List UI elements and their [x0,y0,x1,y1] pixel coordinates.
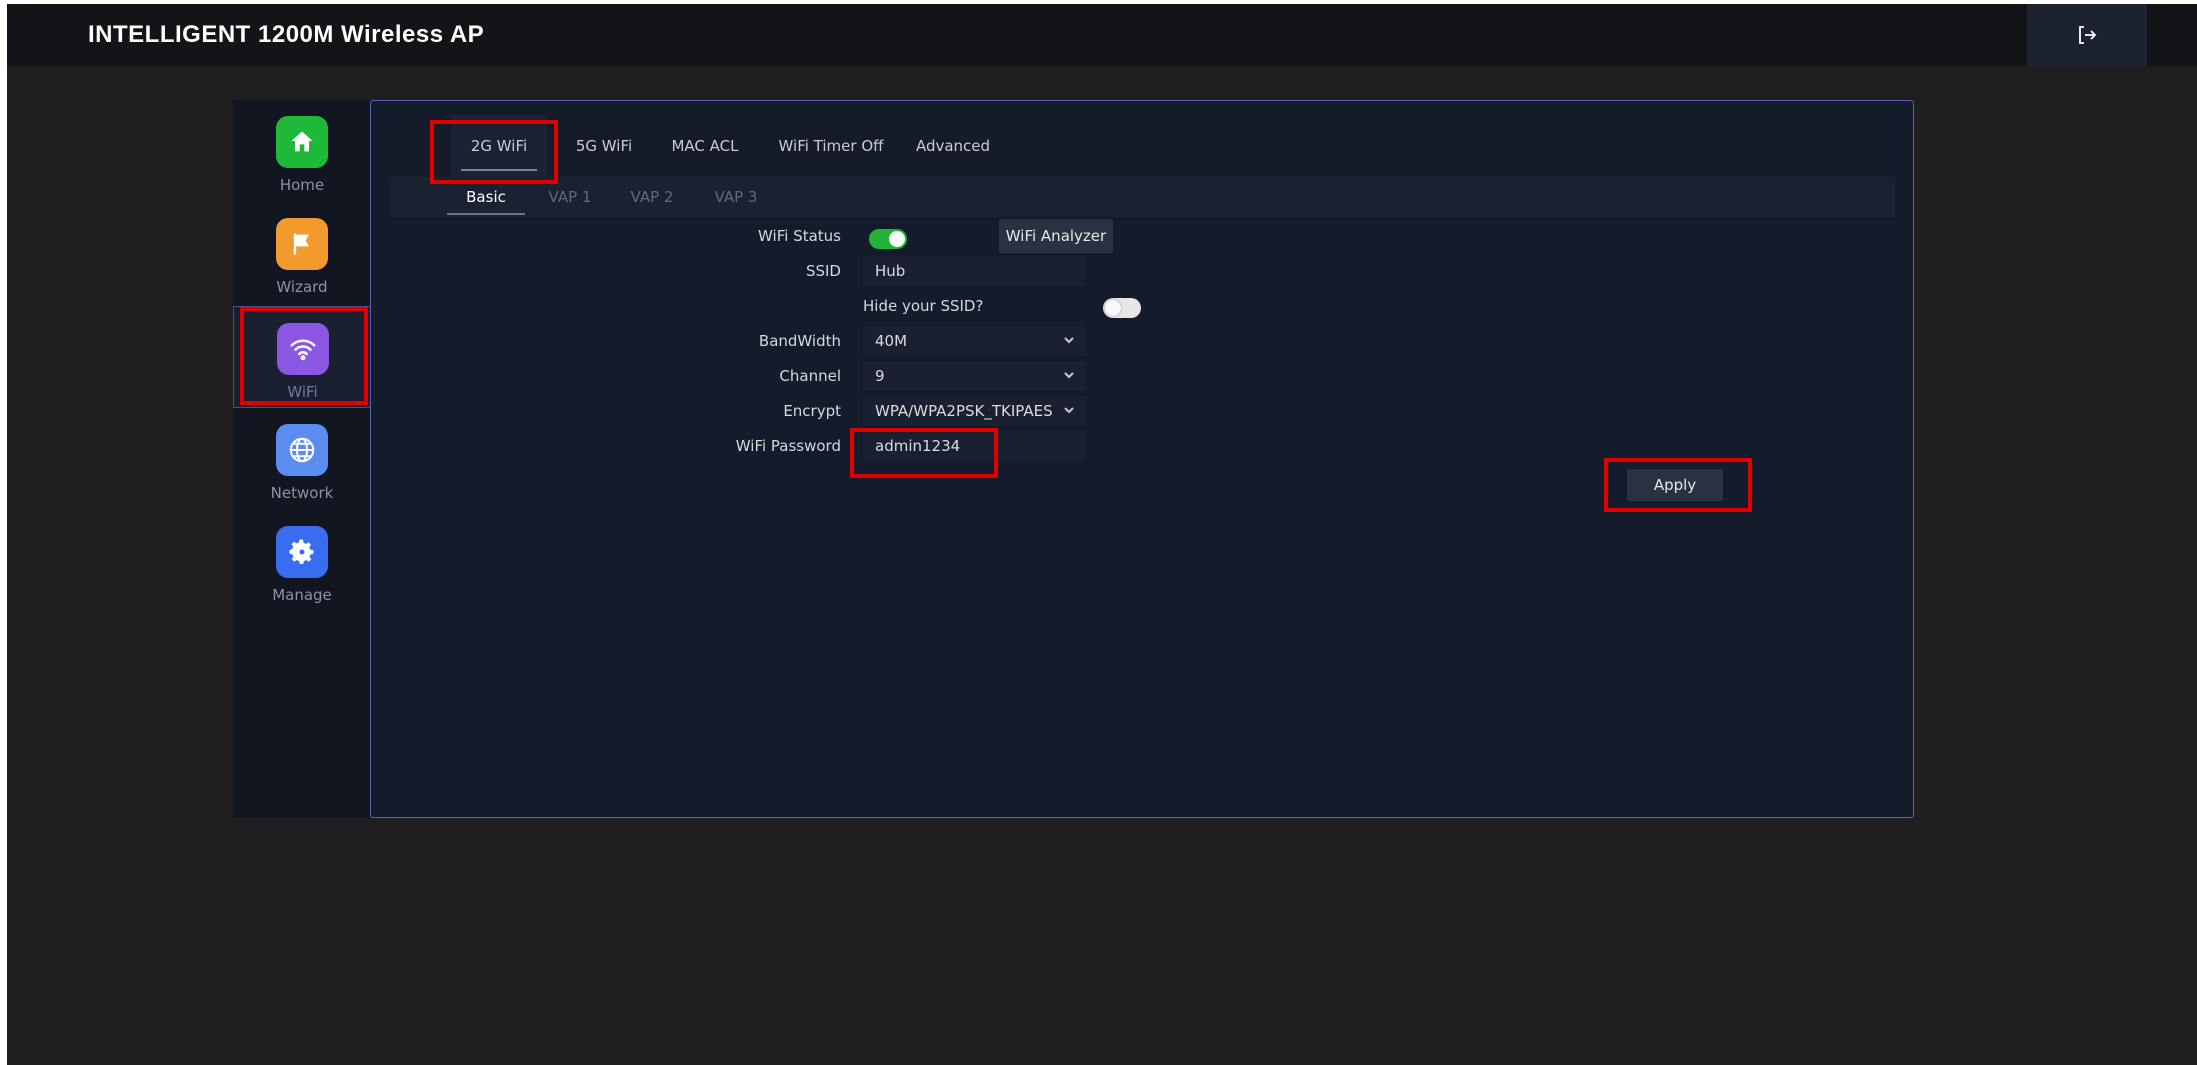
sidebar-item-label: WiFi [287,383,318,401]
wifi-icon [276,323,329,375]
sidebar-item-home[interactable]: Home [233,100,371,202]
logout-button[interactable] [2027,4,2147,66]
channel-value: 9 [875,367,885,385]
tab-wifi-timer-off[interactable]: WiFi Timer Off [765,115,897,177]
subtab-vap2[interactable]: VAP 2 [617,177,687,217]
encrypt-value: WPA/WPA2PSK_TKIPAES [875,402,1053,420]
tab-mac-acl[interactable]: MAC ACL [657,115,753,177]
home-icon [276,116,328,168]
toggle-knob [1105,300,1121,316]
toggle-knob [889,231,905,247]
logout-icon [2079,26,2097,44]
sidebar-item-wifi[interactable]: WiFi [233,306,371,408]
flag-icon [276,218,328,270]
bandwidth-label: BandWidth [758,332,841,350]
main-tabs: 2G WiFi 5G WiFi MAC ACL WiFi Timer Off A… [389,115,1895,177]
wifi-password-label: WiFi Password [735,437,841,455]
sidebar-item-label: Manage [272,586,332,604]
sidebar-item-label: Wizard [276,278,328,296]
sub-tabs: Basic VAP 1 VAP 2 VAP 3 [389,177,1895,217]
chevron-down-icon [1064,372,1074,379]
wifi-password-input[interactable]: admin1234 [863,431,1085,461]
screen-edge-left [0,0,7,1065]
subtab-basic[interactable]: Basic [447,177,525,217]
gear-icon [276,526,328,578]
tab-2g-wifi[interactable]: 2G WiFi [451,115,547,177]
hide-ssid-toggle[interactable] [1103,298,1141,318]
globe-icon [276,424,328,476]
tab-5g-wifi[interactable]: 5G WiFi [561,115,647,177]
hide-ssid-label: Hide your SSID? [863,297,984,315]
sidebar: Home Wizard WiFi Network Manage [233,100,371,818]
wifi-analyzer-button[interactable]: WiFi Analyzer [999,219,1113,253]
top-bar: INTELLIGENT 1200M Wireless AP [7,4,2197,66]
sidebar-item-wizard[interactable]: Wizard [233,202,371,304]
subtab-vap1[interactable]: VAP 1 [535,177,605,217]
apply-button[interactable]: Apply [1627,469,1723,501]
channel-select[interactable]: 9 [863,361,1085,391]
sidebar-item-manage[interactable]: Manage [233,510,371,612]
app-title: INTELLIGENT 1200M Wireless AP [88,21,485,48]
wifi-status-label: WiFi Status [758,227,841,245]
ssid-label: SSID [805,262,841,280]
encrypt-select[interactable]: WPA/WPA2PSK_TKIPAES [863,396,1085,426]
bandwidth-select[interactable]: 40M [863,326,1085,356]
tab-advanced[interactable]: Advanced [905,115,1001,177]
bandwidth-value: 40M [875,332,908,350]
sidebar-item-label: Home [279,176,325,194]
wifi-settings-panel: 2G WiFi 5G WiFi MAC ACL WiFi Timer Off A… [370,100,1914,818]
sidebar-item-label: Network [270,484,334,502]
chevron-down-icon [1064,407,1074,414]
wifi-status-toggle[interactable] [869,229,907,249]
encrypt-label: Encrypt [783,402,841,420]
sidebar-item-network[interactable]: Network [233,408,371,510]
channel-label: Channel [779,367,841,385]
chevron-down-icon [1064,337,1074,344]
ssid-input[interactable]: Hub [863,256,1085,286]
subtab-vap3[interactable]: VAP 3 [701,177,771,217]
